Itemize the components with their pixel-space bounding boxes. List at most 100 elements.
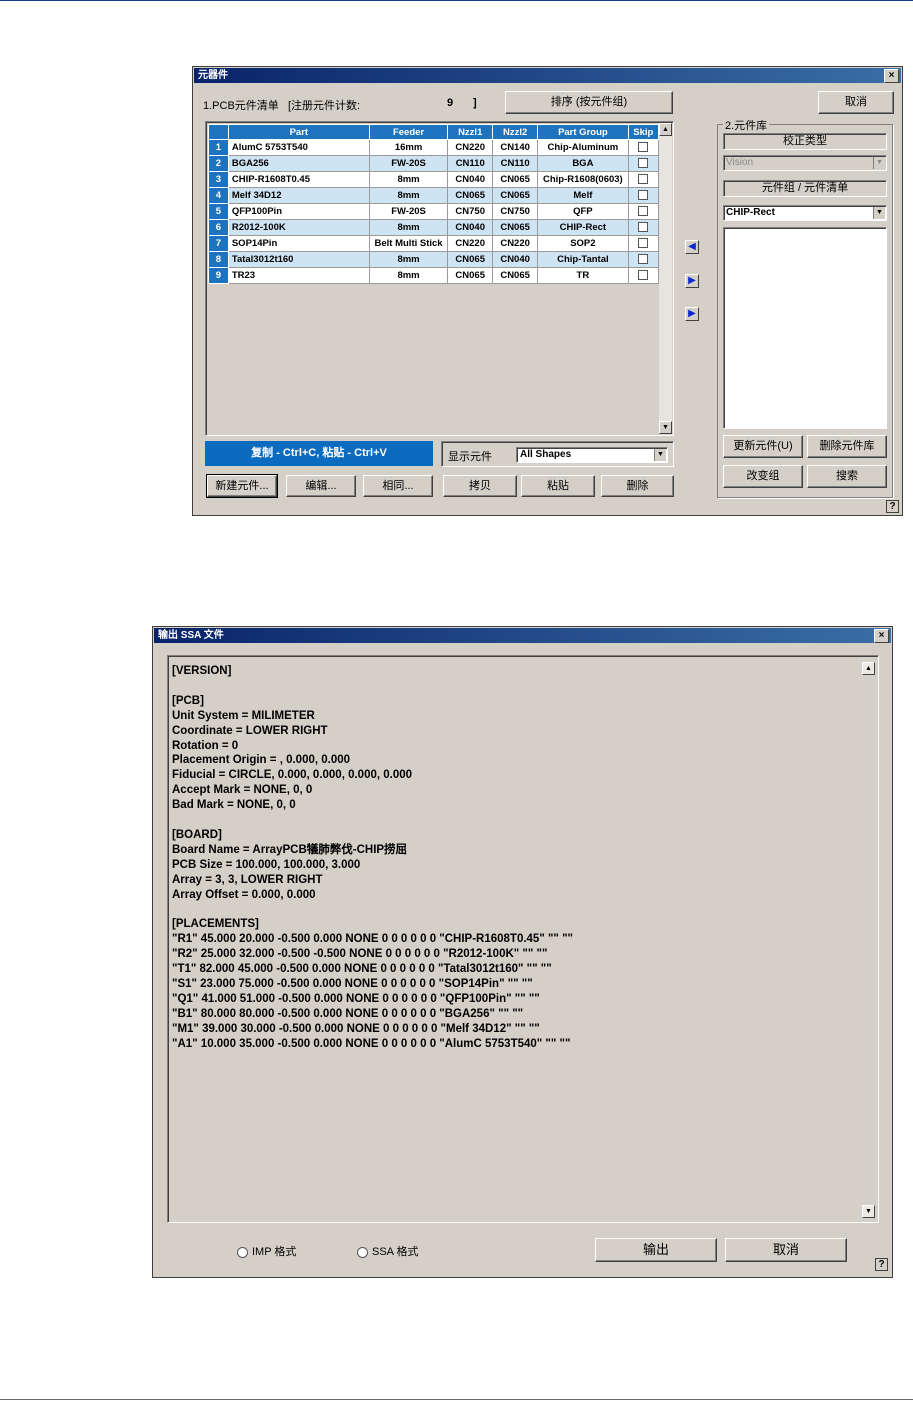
- skip-checkbox[interactable]: [638, 270, 649, 281]
- row-index[interactable]: 3: [208, 171, 229, 188]
- row-index[interactable]: 2: [208, 155, 229, 172]
- skip-checkbox[interactable]: [638, 174, 649, 185]
- skip-checkbox[interactable]: [638, 222, 649, 233]
- cell-part[interactable]: CHIP-R1608T0.45: [227, 171, 370, 188]
- skip-checkbox[interactable]: [638, 190, 649, 201]
- cell-skip[interactable]: [627, 171, 660, 188]
- scroll-up-icon[interactable]: ▲: [659, 123, 672, 136]
- col-feeder[interactable]: Feeder: [368, 124, 449, 140]
- cell-part-group[interactable]: SOP2: [537, 235, 629, 252]
- imp-format-radio[interactable]: IMP 格式: [237, 1243, 296, 1259]
- close-icon[interactable]: ×: [884, 69, 899, 83]
- cell-feeder[interactable]: FW-20S: [368, 203, 449, 220]
- row-index[interactable]: 6: [208, 219, 229, 236]
- search-button[interactable]: 搜索: [807, 465, 887, 488]
- cell-nzzl1[interactable]: CN065: [447, 267, 494, 284]
- cell-feeder[interactable]: Belt Multi Stick: [368, 235, 449, 252]
- parts-grid[interactable]: Part Feeder Nzzl1 Nzzl2 Part Group Skip …: [205, 121, 674, 436]
- table-row[interactable]: 6 R2012-100K 8mm CN040 CN065 CHIP-Rect: [208, 219, 660, 236]
- delete-button[interactable]: 删除: [601, 475, 674, 497]
- help-icon[interactable]: ?: [886, 500, 899, 513]
- cancel-button[interactable]: 取消: [818, 91, 894, 114]
- cell-nzzl1[interactable]: CN065: [447, 187, 494, 204]
- cell-nzzl2[interactable]: CN220: [492, 235, 539, 252]
- arrow-left-icon[interactable]: ◀: [685, 240, 699, 254]
- arrow-right-all-icon[interactable]: ▶: [685, 307, 699, 321]
- ssa-format-radio[interactable]: SSA 格式: [357, 1243, 418, 1259]
- cell-feeder[interactable]: FW-20S: [368, 155, 449, 172]
- cell-nzzl2[interactable]: CN065: [492, 219, 539, 236]
- cell-skip[interactable]: [627, 235, 660, 252]
- cell-nzzl2[interactable]: CN065: [492, 171, 539, 188]
- edit-button[interactable]: 编辑...: [286, 475, 356, 497]
- col-part-group[interactable]: Part Group: [537, 124, 629, 140]
- row-index[interactable]: 9: [208, 267, 229, 284]
- cell-feeder[interactable]: 8mm: [368, 187, 449, 204]
- cell-feeder[interactable]: 8mm: [368, 219, 449, 236]
- cell-skip[interactable]: [627, 203, 660, 220]
- cell-nzzl1[interactable]: CN040: [447, 219, 494, 236]
- scroll-down-icon[interactable]: ▼: [659, 421, 672, 434]
- row-index[interactable]: 5: [208, 203, 229, 220]
- same-button[interactable]: 相同...: [363, 475, 433, 497]
- table-row[interactable]: 3 CHIP-R1608T0.45 8mm CN040 CN065 Chip-R1608(…: [208, 171, 660, 188]
- group-select[interactable]: CHIP-Rect ▼: [723, 205, 887, 221]
- cell-part-group[interactable]: Chip-R1608(0603): [537, 171, 629, 188]
- cell-skip[interactable]: [627, 251, 660, 268]
- parts-grid-scrollbar[interactable]: ▲ ▼: [659, 123, 672, 434]
- chevron-down-icon[interactable]: ▼: [654, 449, 666, 461]
- col-nzzl1[interactable]: Nzzl1: [447, 124, 494, 140]
- cell-nzzl2[interactable]: CN065: [492, 187, 539, 204]
- col-skip[interactable]: Skip: [627, 124, 660, 140]
- cell-nzzl1[interactable]: CN065: [447, 251, 494, 268]
- cell-nzzl1[interactable]: CN750: [447, 203, 494, 220]
- copy-button[interactable]: 拷贝: [443, 475, 517, 497]
- ssa-content-box[interactable]: [VERSION] [PCB] Unit System = MILIMETER …: [167, 655, 879, 1223]
- cell-part[interactable]: TR23: [227, 267, 370, 284]
- cell-skip[interactable]: [627, 155, 660, 172]
- col-part[interactable]: Part: [227, 124, 370, 140]
- cell-feeder[interactable]: 16mm: [368, 139, 449, 156]
- cell-skip[interactable]: [627, 267, 660, 284]
- output-button[interactable]: 输出: [595, 1238, 717, 1262]
- cell-part[interactable]: Melf 34D12: [227, 187, 370, 204]
- cell-part-group[interactable]: QFP: [537, 203, 629, 220]
- cell-nzzl2[interactable]: CN065: [492, 267, 539, 284]
- library-parts-list[interactable]: [723, 227, 887, 429]
- sort-by-group-button[interactable]: 排序 (按元件组): [505, 91, 673, 114]
- cell-nzzl1[interactable]: CN220: [447, 235, 494, 252]
- table-row[interactable]: 5 QFP100Pin FW-20S CN750 CN750 QFP: [208, 203, 660, 220]
- table-row[interactable]: 1 AlumC 5753T540 16mm CN220 CN140 Chip-Alumin…: [208, 139, 660, 156]
- cell-part[interactable]: R2012-100K: [227, 219, 370, 236]
- cell-part-group[interactable]: CHIP-Rect: [537, 219, 629, 236]
- cell-feeder[interactable]: 8mm: [368, 267, 449, 284]
- cell-part[interactable]: SOP14Pin: [227, 235, 370, 252]
- chevron-down-icon[interactable]: ▼: [873, 207, 885, 219]
- table-row[interactable]: 4 Melf 34D12 8mm CN065 CN065 Melf: [208, 187, 660, 204]
- cell-nzzl2[interactable]: CN110: [492, 155, 539, 172]
- scroll-up-icon[interactable]: ▲: [862, 662, 875, 675]
- cell-nzzl2[interactable]: CN140: [492, 139, 539, 156]
- chevron-down-icon[interactable]: ▼: [873, 157, 885, 169]
- update-part-button[interactable]: 更新元件(U): [723, 435, 803, 458]
- new-part-button[interactable]: 新建元件...: [206, 474, 278, 498]
- row-index[interactable]: 8: [208, 251, 229, 268]
- cell-part-group[interactable]: Chip-Aluminum: [537, 139, 629, 156]
- close-icon[interactable]: ×: [874, 629, 889, 643]
- row-index[interactable]: 4: [208, 187, 229, 204]
- skip-checkbox[interactable]: [638, 206, 649, 217]
- help-icon[interactable]: ?: [875, 1258, 888, 1271]
- delete-library-button[interactable]: 删除元件库: [807, 435, 887, 458]
- arrow-right-icon[interactable]: ▶: [685, 274, 699, 288]
- radio-icon[interactable]: [357, 1246, 368, 1258]
- cell-feeder[interactable]: 8mm: [368, 171, 449, 188]
- cell-part[interactable]: QFP100Pin: [227, 203, 370, 220]
- change-group-button[interactable]: 改变组: [723, 465, 803, 488]
- cell-skip[interactable]: [627, 187, 660, 204]
- cell-part[interactable]: AlumC 5753T540: [227, 139, 370, 156]
- radio-icon[interactable]: [237, 1246, 248, 1258]
- cell-part-group[interactable]: BGA: [537, 155, 629, 172]
- paste-button[interactable]: 粘贴: [521, 475, 595, 497]
- cell-part[interactable]: BGA256: [227, 155, 370, 172]
- cell-nzzl1[interactable]: CN040: [447, 171, 494, 188]
